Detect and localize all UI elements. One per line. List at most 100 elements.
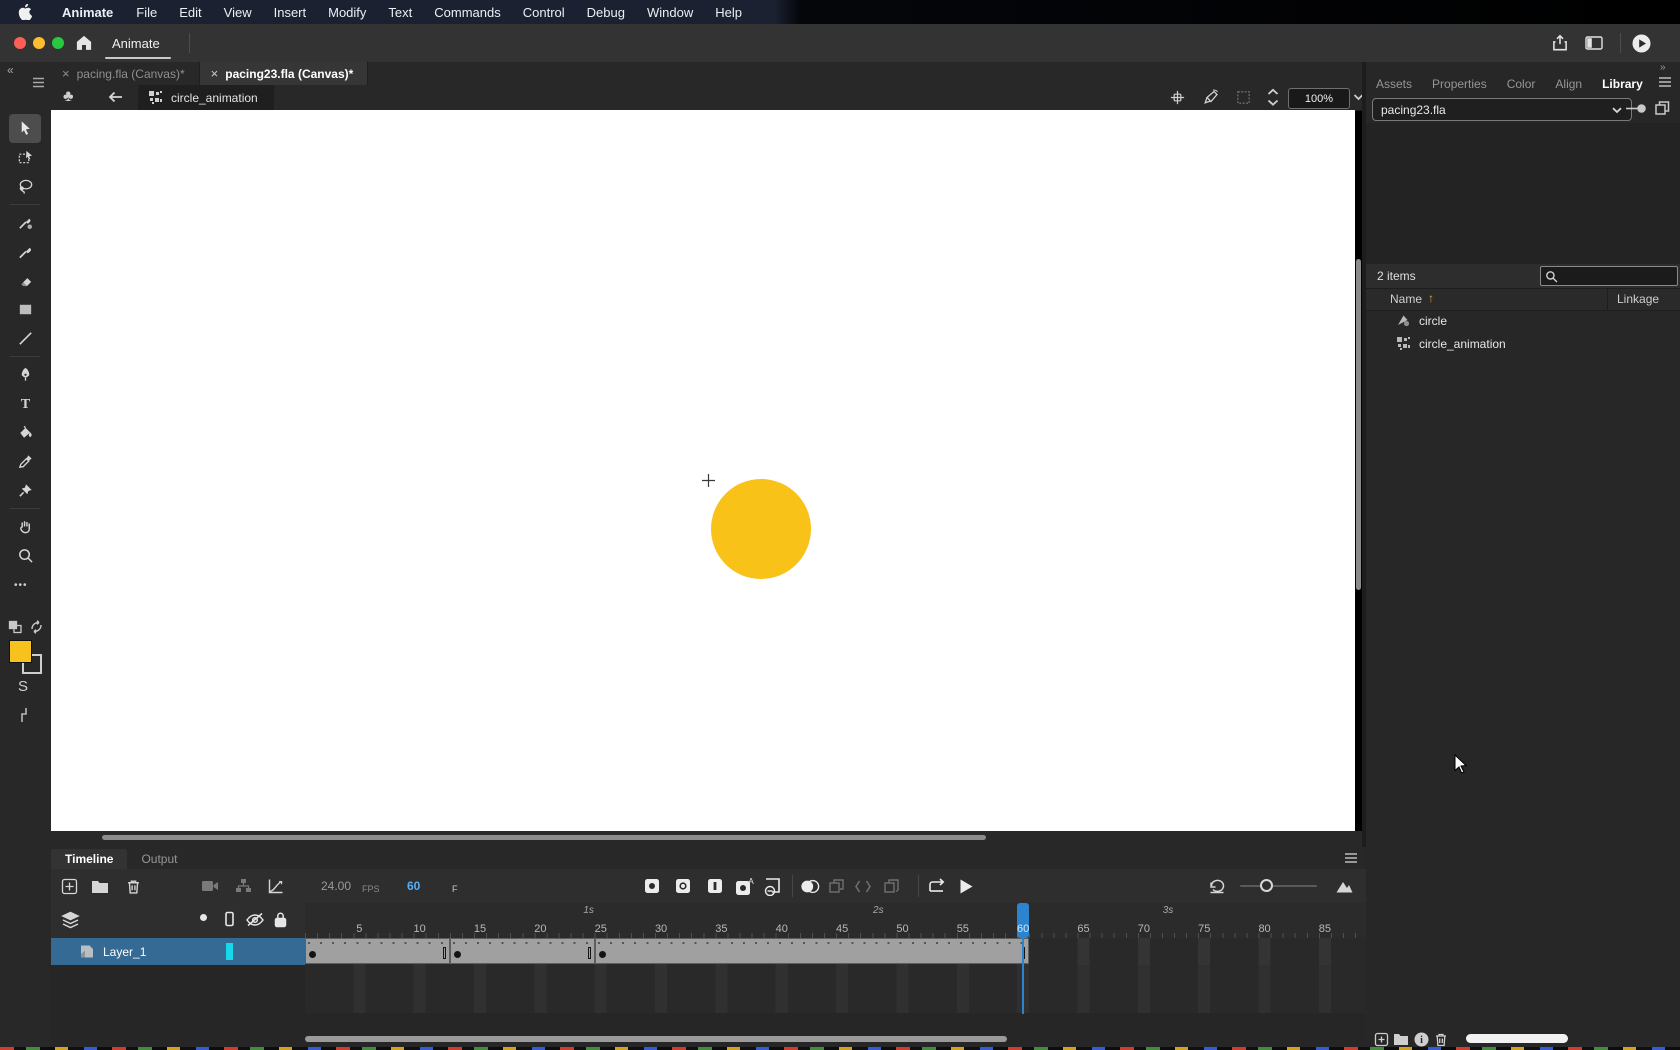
timeline-zoom-max-icon[interactable]: [1334, 876, 1354, 896]
menu-item-view[interactable]: View: [213, 5, 263, 20]
layers-stack-icon[interactable]: [61, 911, 80, 929]
auto-keyframe-icon[interactable]: A: [735, 876, 755, 896]
delete-item-icon[interactable]: [1434, 1032, 1448, 1047]
frame-span-1[interactable]: [305, 938, 450, 964]
menu-item-debug[interactable]: Debug: [576, 5, 636, 20]
lock-layers-icon[interactable]: [273, 911, 288, 928]
frame-number-ruler[interactable]: 510152025303540455055606570758085: [305, 920, 1366, 939]
new-symbol-icon[interactable]: [1374, 1032, 1389, 1047]
loop-playback-icon[interactable]: [927, 876, 947, 896]
library-item-circle_animation[interactable]: circle_animation: [1366, 332, 1680, 355]
timeline-horizontal-scrollbar[interactable]: [305, 1036, 1007, 1042]
playhead-line[interactable]: [1022, 938, 1024, 1014]
line-tool[interactable]: [9, 324, 41, 353]
zoom-tool[interactable]: [9, 541, 41, 570]
library-document-select[interactable]: pacing23.fla: [1372, 98, 1632, 121]
minimize-window-button[interactable]: [33, 37, 45, 49]
timeline-zoom-slider-track[interactable]: [1240, 885, 1317, 887]
menu-item-animate[interactable]: Animate: [50, 5, 125, 20]
default-colors-icon[interactable]: [8, 620, 23, 634]
new-folder-icon[interactable]: [1393, 1032, 1409, 1046]
column-linkage-header[interactable]: Linkage: [1617, 292, 1659, 306]
canvas-horizontal-scrollbar[interactable]: [102, 835, 986, 840]
layer-frame-strip[interactable]: [305, 938, 1366, 966]
selection-tool[interactable]: [9, 114, 41, 143]
free-transform-tool[interactable]: [9, 143, 41, 172]
sort-up-icon[interactable]: ↑: [1428, 291, 1434, 305]
hand-tool[interactable]: [9, 512, 41, 541]
classic-brush-tool[interactable]: [9, 237, 41, 266]
close-window-button[interactable]: [14, 37, 26, 49]
snap-option-icon[interactable]: [16, 707, 32, 723]
panel-tab-assets[interactable]: Assets: [1366, 77, 1422, 91]
pin-library-icon[interactable]: [1624, 102, 1648, 115]
timeline-menu-icon[interactable]: [1344, 852, 1358, 864]
stage-canvas[interactable]: [51, 110, 1355, 831]
library-item-circle[interactable]: circle: [1366, 309, 1680, 332]
insert-keyframe-icon[interactable]: [642, 876, 662, 896]
menu-item-modify[interactable]: Modify: [317, 5, 377, 20]
workspace-switcher-icon[interactable]: [1584, 34, 1604, 52]
eyedropper-tool[interactable]: [9, 447, 41, 476]
timeline-zoom-slider-knob[interactable]: [1260, 879, 1273, 892]
doc-tab-pacing23.fla[interactable]: ×pacing23.fla (Canvas)*: [200, 62, 369, 85]
insert-blank-keyframe-icon[interactable]: [673, 876, 693, 896]
menu-item-control[interactable]: Control: [512, 5, 576, 20]
zoom-stepper-icon[interactable]: [1265, 87, 1281, 108]
loop-range-icon[interactable]: [853, 876, 873, 896]
menu-item-edit[interactable]: Edit: [168, 5, 212, 20]
layer-color-marker[interactable]: [226, 943, 233, 960]
layer-parenting-icon[interactable]: [233, 876, 253, 896]
layer-row-layer1[interactable]: Layer_1: [51, 938, 305, 965]
item-properties-icon[interactable]: i: [1414, 1032, 1429, 1047]
smooth-option-icon[interactable]: S: [18, 678, 28, 695]
new-library-panel-icon[interactable]: [1654, 100, 1671, 116]
canvas-vertical-scrollbar[interactable]: [1356, 259, 1361, 590]
clip-content-icon[interactable]: [1235, 89, 1252, 106]
lasso-tool[interactable]: [9, 172, 41, 201]
remove-frames-icon[interactable]: [763, 876, 783, 896]
new-folder-layer-icon[interactable]: [90, 876, 110, 896]
onion-skin-icon[interactable]: [800, 876, 820, 896]
back-arrow-icon[interactable]: [107, 89, 124, 105]
panel-tab-properties[interactable]: Properties: [1422, 77, 1497, 91]
edit-scene-icon[interactable]: ♣: [63, 88, 74, 106]
reset-timeline-zoom-icon[interactable]: [1207, 876, 1227, 896]
frame-span-3[interactable]: [595, 938, 1030, 964]
insert-frame-icon[interactable]: [705, 876, 725, 896]
more-tools-icon[interactable]: •••: [14, 580, 28, 591]
timeline-tab-output[interactable]: Output: [127, 849, 191, 869]
hide-layers-icon[interactable]: [245, 912, 265, 927]
swap-colors-icon[interactable]: [29, 620, 44, 634]
panel-tab-library[interactable]: Library: [1592, 77, 1653, 91]
fluid-brush-tool[interactable]: [9, 208, 41, 237]
breadcrumb-symbol[interactable]: circle_animation: [138, 85, 274, 110]
column-divider[interactable]: [1607, 289, 1608, 310]
panel-menu-icon[interactable]: [1658, 76, 1672, 88]
center-frame-icon[interactable]: [1169, 89, 1186, 106]
zoom-window-button[interactable]: [52, 37, 64, 49]
outline-color-dot-icon[interactable]: [200, 914, 207, 921]
rectangle-tool[interactable]: [9, 295, 41, 324]
play-icon[interactable]: [956, 876, 976, 896]
current-frame-value[interactable]: 60: [407, 879, 420, 893]
frame-span-2[interactable]: [450, 938, 595, 964]
delete-layer-icon[interactable]: [123, 876, 143, 896]
tools-menu-icon[interactable]: [32, 77, 45, 88]
doc-tab-pacing.fla[interactable]: ×pacing.fla (Canvas)*: [51, 62, 200, 85]
menu-item-file[interactable]: File: [125, 5, 168, 20]
collapse-tools-icon[interactable]: «: [7, 63, 14, 77]
zoom-level-input[interactable]: 100%: [1288, 88, 1350, 109]
frames-area[interactable]: 1s2s3s 510152025303540455055606570758085: [305, 903, 1366, 1050]
stage-circle-shape[interactable]: [711, 479, 811, 579]
panel-tab-color[interactable]: Color: [1497, 77, 1546, 91]
pen-tool[interactable]: [9, 360, 41, 389]
column-name-header[interactable]: Name: [1390, 292, 1422, 306]
eraser-tool[interactable]: [9, 266, 41, 295]
library-search-input[interactable]: [1540, 266, 1678, 286]
add-camera-icon[interactable]: [200, 876, 220, 896]
edit-multiple-frames-icon[interactable]: [827, 876, 847, 896]
fill-color-swatch[interactable]: [9, 640, 32, 663]
close-tab-icon[interactable]: ×: [62, 66, 70, 81]
text-tool[interactable]: T: [9, 389, 41, 418]
